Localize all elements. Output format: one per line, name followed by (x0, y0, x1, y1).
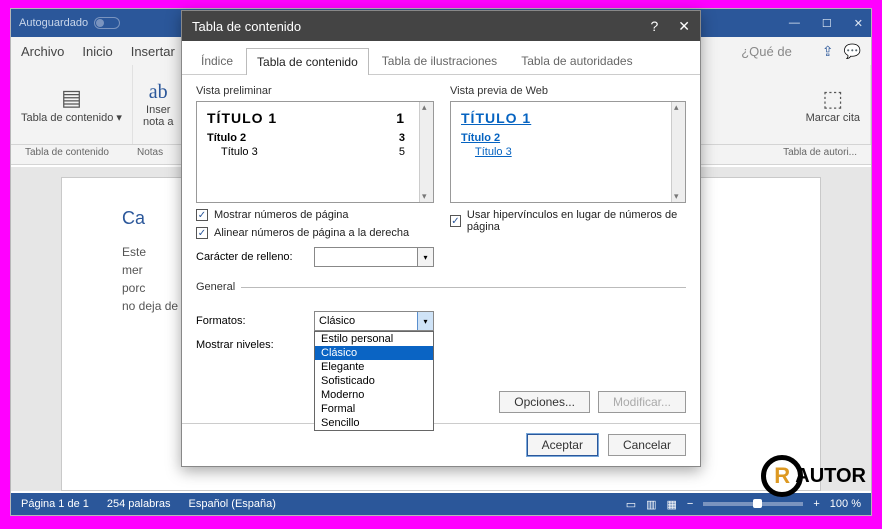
ok-button[interactable]: Aceptar (527, 434, 598, 456)
preview-scrollbar[interactable] (419, 102, 433, 202)
close-icon[interactable]: ✕ (854, 17, 863, 30)
web-preview-label: Vista previa de Web (450, 85, 686, 97)
cap-notes: Notas (123, 145, 177, 164)
web-t3: Título 3 (475, 146, 512, 158)
view-read-icon[interactable]: ▭ (626, 498, 636, 511)
note-line1: Inser (146, 104, 170, 116)
general-legend: General (196, 281, 241, 293)
tell-me[interactable]: ¿Qué de (741, 44, 792, 59)
dialog-close-icon[interactable]: ✕ (678, 18, 690, 35)
pv-t1: TÍTULO 1 (207, 110, 277, 126)
tab-index[interactable]: Índice (190, 47, 244, 74)
fill-char-combo[interactable]: ▾ (314, 247, 434, 267)
status-words[interactable]: 254 palabras (107, 498, 171, 510)
formats-dropdown: Estilo personal Clásico Elegante Sofisti… (314, 331, 434, 431)
cite-icon: ⬚ (822, 86, 843, 112)
window-controls: — ☐ ✕ (789, 17, 863, 30)
cap-toc: Tabla de contenido (11, 145, 123, 164)
fill-char-label: Carácter de relleno: (196, 251, 306, 263)
document-icon: ▤ (61, 85, 82, 111)
cancel-button[interactable]: Cancelar (608, 434, 686, 456)
watermark-logo: R AUTOR (761, 455, 866, 497)
checkbox-icon: ✓ (450, 215, 461, 227)
formats-label: Formatos: (196, 315, 306, 327)
autosave-label: Autoguardado (19, 17, 88, 29)
share-icon[interactable]: ⇪ (822, 43, 834, 60)
autosave[interactable]: Autoguardado (19, 17, 120, 29)
tab-authorities[interactable]: Tabla de autoridades (510, 47, 643, 74)
web-preview: TÍTULO 1 Título 2 Título 3 (450, 101, 686, 203)
zoom-out-icon[interactable]: − (687, 498, 693, 510)
dialog-titlebar: Tabla de contenido ? ✕ (182, 11, 700, 41)
pv-n1: 1 (396, 110, 405, 126)
chk-align-right[interactable]: ✓Alinear números de página a la derecha (196, 227, 434, 239)
tab-toc[interactable]: Tabla de contenido (246, 48, 369, 75)
minimize-icon[interactable]: — (789, 17, 800, 30)
cap-auth: Tabla de autori... (769, 145, 871, 164)
tab-illustrations[interactable]: Tabla de ilustraciones (371, 47, 508, 74)
zoom-slider[interactable] (703, 502, 803, 506)
web-t2: Título 2 (461, 132, 500, 144)
menu-file[interactable]: Archivo (21, 44, 64, 59)
pv-t3: Título 3 (221, 146, 258, 158)
format-option-selected[interactable]: Clásico (315, 346, 433, 360)
formats-value: Clásico (319, 315, 355, 327)
ribbon-mark-cite[interactable]: ⬚ Marcar cita (796, 65, 871, 144)
format-option[interactable]: Estilo personal (315, 332, 433, 346)
checkbox-icon: ✓ (196, 227, 208, 239)
view-print-icon[interactable]: ▥ (646, 498, 656, 511)
toc-dialog: Tabla de contenido ? ✕ Índice Tabla de c… (181, 10, 701, 467)
menu-insert[interactable]: Insertar (131, 44, 175, 59)
status-page[interactable]: Página 1 de 1 (21, 498, 89, 510)
status-lang[interactable]: Español (España) (189, 498, 276, 510)
dialog-footer: Aceptar Cancelar (182, 423, 700, 466)
mark-cite-label: Marcar cita (806, 112, 860, 124)
ab-icon: ab (149, 81, 168, 104)
preview-label: Vista preliminar (196, 85, 434, 97)
formats-combo[interactable]: Clásico ▾ (314, 311, 434, 331)
logo-r: R (774, 463, 790, 489)
chk-hyperlinks[interactable]: ✓Usar hipervínculos en lugar de números … (450, 209, 686, 233)
format-option[interactable]: Sofisticado (315, 374, 433, 388)
preview-scrollbar[interactable] (671, 102, 685, 202)
modify-button: Modificar... (598, 391, 686, 413)
chk-page-numbers[interactable]: ✓Mostrar números de página (196, 209, 434, 221)
print-preview: TÍTULO 1 1 Título 2 3 Título 3 5 (196, 101, 434, 203)
zoom-value[interactable]: 100 % (830, 498, 861, 510)
chevron-down-icon: ▾ (417, 312, 433, 330)
format-option[interactable]: Formal (315, 402, 433, 416)
general-group: General Formatos: Clásico ▾ Estilo perso… (196, 281, 686, 413)
pv-t2: Título 2 (207, 132, 246, 144)
chevron-down-icon: ▾ (417, 248, 433, 266)
checkbox-icon: ✓ (196, 209, 208, 221)
ribbon-notes[interactable]: ab Inser nota a (133, 65, 185, 144)
help-icon[interactable]: ? (650, 18, 658, 35)
pv-n3: 5 (399, 146, 405, 158)
levels-label: Mostrar niveles: (196, 339, 306, 351)
logo-text: AUTOR (795, 465, 866, 488)
ribbon-toc[interactable]: ▤ Tabla de contenido ▾ (11, 65, 133, 144)
web-t1: TÍTULO 1 (461, 110, 531, 126)
menu-home[interactable]: Inicio (82, 44, 112, 59)
format-option[interactable]: Moderno (315, 388, 433, 402)
view-web-icon[interactable]: ▦ (667, 498, 677, 511)
status-bar: Página 1 de 1 254 palabras Español (Espa… (11, 493, 871, 515)
options-button[interactable]: Opciones... (499, 391, 590, 413)
zoom-in-icon[interactable]: + (813, 498, 819, 510)
toc-button-label: Tabla de contenido ▾ (21, 111, 122, 124)
format-option[interactable]: Sencillo (315, 416, 433, 430)
format-option[interactable]: Elegante (315, 360, 433, 374)
comments-icon[interactable]: 💬 (844, 43, 861, 60)
dialog-title: Tabla de contenido (192, 19, 301, 34)
pv-n2: 3 (399, 132, 405, 144)
note-line2: nota a (143, 116, 174, 128)
maximize-icon[interactable]: ☐ (822, 17, 832, 30)
dialog-tabs: Índice Tabla de contenido Tabla de ilust… (182, 41, 700, 75)
autosave-switch[interactable] (94, 17, 120, 29)
